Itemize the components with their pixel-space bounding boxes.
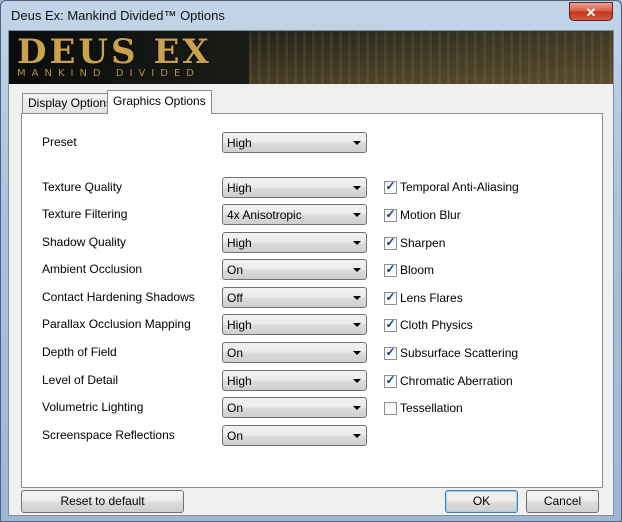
chevron-down-icon (353, 379, 361, 383)
checkbox-box[interactable]: ✓ (384, 207, 397, 222)
chevron-down-icon (353, 186, 361, 190)
checkbox-box[interactable]: ✓ (384, 373, 397, 388)
checkbox-label: Chromatic Aberration (400, 374, 513, 388)
chevron-down-icon (353, 213, 361, 217)
setting-dropdown[interactable]: On (222, 397, 367, 418)
checkbox-box[interactable]: ✓ (384, 317, 397, 332)
checkbox-label: Lens Flares (400, 291, 463, 305)
setting-label: Shadow Quality (42, 235, 127, 249)
checkmark-icon: ✓ (385, 179, 396, 193)
checkbox-label: Temporal Anti-Aliasing (400, 180, 519, 194)
checkmark-icon: ✓ (385, 317, 396, 331)
chevron-down-icon (353, 141, 361, 145)
setting-dropdown[interactable]: High (222, 370, 367, 391)
setting-dropdown[interactable]: Off (222, 287, 367, 308)
checkbox-label: Motion Blur (400, 208, 461, 222)
setting-value: 4x Anisotropic (227, 208, 302, 222)
banner-cityscape (249, 31, 613, 84)
setting-dropdown[interactable]: On (222, 259, 367, 280)
setting-dropdown[interactable]: On (222, 342, 367, 363)
setting-value: On (227, 346, 244, 360)
setting-label: Level of Detail (42, 373, 119, 387)
checkbox-box[interactable]: ✓ (384, 290, 397, 305)
chevron-down-icon (353, 241, 361, 245)
preset-value: High (227, 136, 252, 150)
setting-value: High (227, 318, 252, 332)
checkbox-label: Subsurface Scattering (400, 346, 519, 360)
logo-subtitle: MANKIND DIVIDED (17, 68, 200, 79)
checkmark-icon: ✓ (385, 373, 396, 387)
client-area: DEUS EX MANKIND DIVIDED Display Options … (8, 30, 614, 516)
checkbox-box[interactable]: ✓ (384, 262, 397, 277)
close-button[interactable]: ✕ (569, 2, 613, 21)
chevron-down-icon (353, 323, 361, 327)
ok-button[interactable]: OK (445, 490, 518, 513)
tab-display-options[interactable]: Display Options (22, 93, 119, 113)
options-window: Deus Ex: Mankind Divided™ Options ✕ DEUS… (0, 0, 622, 522)
setting-value: On (227, 429, 244, 443)
setting-label: Ambient Occlusion (42, 262, 143, 276)
logo-title: DEUS EX (17, 32, 212, 72)
checkbox-label: Cloth Physics (400, 318, 473, 332)
setting-label: Contact Hardening Shadows (42, 290, 195, 304)
checkmark-icon: ✓ (385, 290, 396, 304)
setting-label: Screenspace Reflections (42, 428, 175, 442)
preset-label: Preset (42, 135, 77, 149)
chevron-down-icon (353, 296, 361, 300)
setting-value: On (227, 263, 244, 277)
setting-label: Depth of Field (42, 345, 117, 359)
cancel-button[interactable]: Cancel (526, 490, 599, 513)
preset-dropdown[interactable]: High (222, 132, 367, 153)
setting-dropdown[interactable]: High (222, 232, 367, 253)
checkbox-box[interactable]: ✓ (384, 235, 397, 250)
setting-label: Texture Filtering (42, 207, 128, 221)
setting-dropdown[interactable]: High (222, 314, 367, 335)
setting-label: Texture Quality (42, 180, 123, 194)
checkmark-icon: ✓ (385, 345, 396, 359)
checkbox-label: Tessellation (400, 401, 463, 415)
setting-dropdown[interactable]: High (222, 177, 367, 198)
chevron-down-icon (353, 268, 361, 272)
checkbox-label: Sharpen (400, 236, 446, 250)
setting-value: Off (227, 291, 243, 305)
setting-dropdown[interactable]: 4x Anisotropic (222, 204, 367, 225)
checkmark-icon: ✓ (385, 235, 396, 249)
chevron-down-icon (353, 351, 361, 355)
title-bar[interactable]: Deus Ex: Mankind Divided™ Options ✕ (1, 1, 621, 31)
setting-label: Parallax Occlusion Mapping (42, 317, 191, 331)
checkmark-icon: ✓ (385, 207, 396, 221)
window-title: Deus Ex: Mankind Divided™ Options (11, 8, 225, 23)
setting-label: Volumetric Lighting (42, 400, 144, 414)
checkmark-icon: ✓ (385, 262, 396, 276)
checkbox-box[interactable] (384, 402, 397, 415)
setting-dropdown[interactable]: On (222, 425, 367, 446)
setting-value: High (227, 181, 252, 195)
game-banner: DEUS EX MANKIND DIVIDED (9, 31, 613, 84)
setting-value: High (227, 236, 252, 250)
chevron-down-icon (353, 434, 361, 438)
reset-to-default-button[interactable]: Reset to default (21, 490, 184, 513)
checkbox-label: Bloom (400, 263, 435, 277)
checkbox-box[interactable]: ✓ (384, 345, 397, 360)
chevron-down-icon (353, 406, 361, 410)
graphics-options-panel: Preset High Texture Quality High Texture F… (21, 113, 603, 488)
tab-graphics-options[interactable]: Graphics Options (107, 90, 212, 114)
checkbox-box[interactable]: ✓ (384, 179, 397, 194)
setting-value: On (227, 401, 244, 415)
setting-value: High (227, 374, 252, 388)
